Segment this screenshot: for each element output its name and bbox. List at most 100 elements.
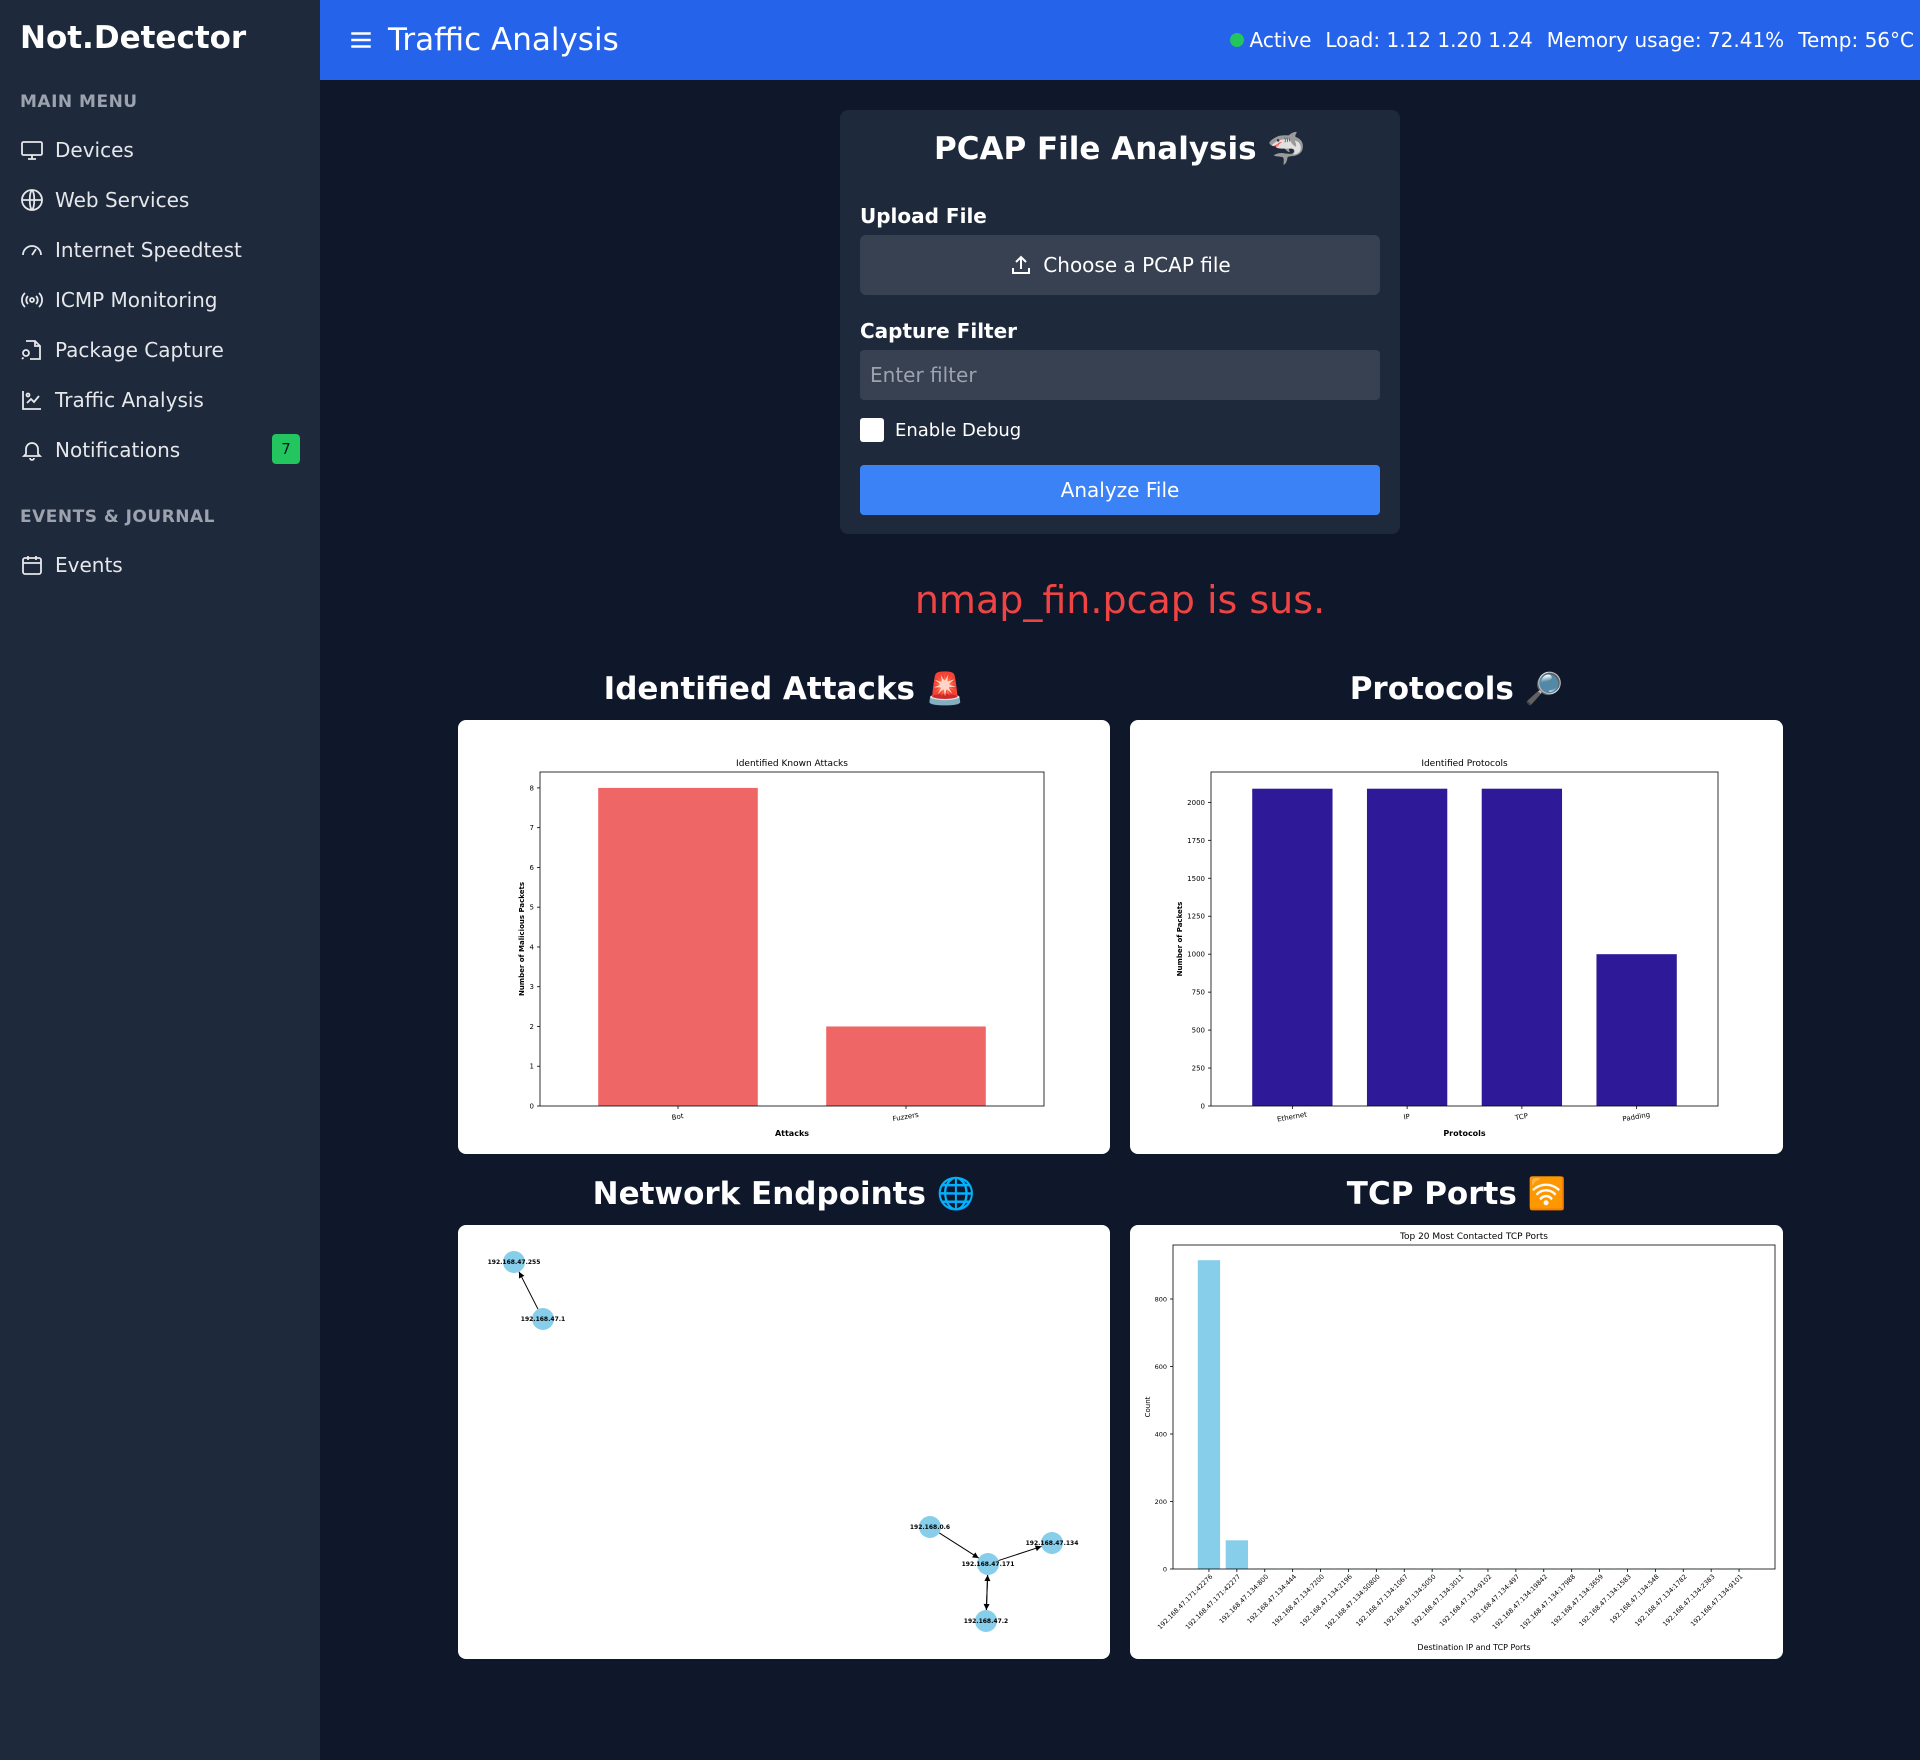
app-brand[interactable]: Not.Detector: [20, 20, 246, 56]
globe-icon: [21, 189, 43, 211]
y-axis-label: Number of Packets: [1176, 902, 1184, 977]
card-title: PCAP File Analysis 🦈: [934, 131, 1306, 167]
y-tick-label: 0: [1201, 1103, 1205, 1111]
ports-chart-panel: Top 20 Most Contacted TCP Ports 0 200 400 60…: [1130, 1225, 1783, 1659]
bar-0: [598, 787, 758, 1106]
y-tick-label: 6: [530, 864, 535, 872]
temperature: Temp: 56°C: [1798, 28, 1914, 52]
sidebar-item-web-services[interactable]: Web Services: [20, 180, 300, 220]
sidebar-item-events[interactable]: Events: [20, 545, 300, 585]
sidebar-item-label: Events: [55, 553, 123, 577]
x-tick-label: Padding: [1622, 1111, 1651, 1124]
analysis-result: nmap_fin.pcap is sus.: [914, 578, 1326, 622]
attacks-chart-panel: Identified Known Attacks 0 1 2 3 4 5 6 7 8 Bot Fuzz…: [458, 720, 1110, 1154]
x-tick-label: 192.168.47.134:497: [1469, 1573, 1522, 1626]
x-tick-label: Bot: [671, 1112, 684, 1122]
enable-debug-label: Enable Debug: [895, 419, 1022, 441]
graph-edge: [939, 1532, 979, 1559]
sidebar-item-label: Notifications: [55, 438, 181, 462]
sidebar-item-label: Traffic Analysis: [55, 388, 204, 412]
sidebar-item-traffic-analysis[interactable]: Traffic Analysis: [20, 380, 300, 420]
broadcast-icon: [21, 292, 43, 308]
x-tick-label: 192.168.47.134:444: [1246, 1573, 1299, 1626]
y-tick-label: 800: [1155, 1296, 1167, 1304]
x-tick-label: Fuzzers: [892, 1111, 920, 1123]
y-tick-label: 5: [530, 904, 534, 912]
notification-count-badge: 7: [272, 434, 300, 464]
sidebar-item-notifications[interactable]: Notifications 7: [20, 430, 300, 470]
y-axis-label: Number of Malicious Packets: [518, 882, 526, 996]
bar-1: [826, 1026, 986, 1106]
y-tick-label: 1500: [1187, 875, 1205, 883]
status-text: Active: [1249, 28, 1312, 52]
monitor-icon: [21, 141, 43, 160]
y-tick-label: 3: [530, 983, 534, 991]
top-bar: Traffic Analysis Active Load: 1.12 1.20 …: [320, 0, 1920, 80]
y-tick-label: 600: [1155, 1363, 1167, 1371]
bar-1: [1366, 788, 1448, 1106]
chart-title: Identified Protocols: [1421, 759, 1508, 769]
x-tick-label: 192.168.47.134:5050: [1382, 1573, 1437, 1628]
y-tick-label: 400: [1155, 1431, 1167, 1439]
y-tick-label: 500: [1192, 1027, 1205, 1035]
events-journal-label: EVENTS & JOURNAL: [20, 507, 215, 527]
file-search-icon: [21, 340, 41, 360]
chart-title: Top 20 Most Contacted TCP Ports: [1399, 1232, 1548, 1242]
graph-edge: [518, 1271, 539, 1310]
graph-node-label: 192.168.47.134: [1026, 1540, 1079, 1547]
x-axis-label: Attacks: [775, 1129, 809, 1138]
x-tick-label: 192.168.47.134:19842: [1491, 1573, 1549, 1631]
x-tick-label: IP: [1403, 1113, 1411, 1122]
x-tick-label: 192.168.47.134:1782: [1633, 1573, 1688, 1628]
chart-icon: [22, 391, 41, 410]
y-tick-label: 4: [530, 943, 535, 951]
y-tick-label: 1: [530, 1063, 534, 1071]
capture-filter-label: Capture Filter: [860, 319, 1018, 343]
y-tick-label: 7: [530, 824, 534, 832]
x-tick-label: 192.168.47.171:42276: [1156, 1573, 1214, 1631]
choose-file-button[interactable]: Choose a PCAP file: [860, 235, 1380, 295]
y-tick-label: 8: [530, 784, 534, 792]
bar-1: [1225, 1540, 1249, 1569]
sidebar-item-devices[interactable]: Devices: [20, 130, 300, 170]
y-tick-label: 2000: [1187, 799, 1205, 807]
sidebar-item-label: Devices: [55, 138, 134, 162]
network-endpoints-graph: 192.168.47.255 192.168.47.1 192.168.0.6 192…: [488, 1251, 1079, 1632]
upload-icon: [1012, 255, 1031, 274]
y-tick-label: 1750: [1187, 837, 1205, 845]
status-indicator: Active: [1229, 28, 1312, 52]
graph-node-label: 192.168.0.6: [910, 1524, 950, 1531]
menu-icon[interactable]: [348, 27, 374, 53]
graph-node-label: 192.168.47.255: [488, 1259, 541, 1266]
x-tick-label: 192.168.47.134:50800: [1323, 1573, 1381, 1631]
chart-title: Identified Known Attacks: [736, 759, 848, 769]
y-tick-label: 0: [1163, 1566, 1167, 1574]
attacks-bar-chart: Identified Known Attacks 0 1 2 3 4 5 6 7 8 Bot Fuzz…: [518, 759, 1045, 1138]
sidebar-item-label: Package Capture: [55, 338, 224, 362]
sidebar-item-internet-speedtest[interactable]: Internet Speedtest: [20, 230, 300, 270]
protocols-bar-chart: Identified Protocols 0 250 500 750 1000 1250 15…: [1176, 759, 1719, 1138]
analyze-file-button[interactable]: Analyze File: [860, 465, 1380, 515]
graph-edge: [998, 1545, 1042, 1562]
sidebar-item-label: Internet Speedtest: [55, 238, 242, 262]
x-tick-label: 192.168.47.134:17988: [1519, 1573, 1577, 1631]
tcp-ports-bar-chart: Top 20 Most Contacted TCP Ports 0 200 400 60…: [1144, 1232, 1776, 1652]
sidebar-item-icmp-monitoring[interactable]: ICMP Monitoring: [20, 280, 300, 320]
y-axis-label: Count: [1144, 1396, 1152, 1417]
x-tick-label: 192.168.47.134:800: [1218, 1573, 1271, 1626]
x-tick-label: 192.168.47.134:548: [1608, 1573, 1661, 1626]
y-tick-label: 1250: [1187, 913, 1205, 921]
y-tick-label: 250: [1192, 1065, 1205, 1073]
capture-filter-input[interactable]: [860, 350, 1380, 400]
bar-0: [1252, 788, 1333, 1106]
enable-debug-checkbox[interactable]: [860, 418, 884, 442]
sidebar-item-package-capture[interactable]: Package Capture: [20, 330, 300, 370]
x-tick-label: 192.168.47.171:42277: [1184, 1573, 1242, 1631]
status-dot-icon: [1229, 33, 1244, 47]
graph-node-label: 192.168.47.1: [521, 1316, 565, 1323]
x-tick-label: 192.168.47.134:2196: [1298, 1573, 1353, 1628]
x-tick-label: 192.168.47.134:2383: [1661, 1573, 1716, 1628]
x-tick-label: 192.168.47.134:3011: [1410, 1573, 1465, 1628]
bar-3: [1596, 954, 1677, 1106]
system-status: Active Load: 1.12 1.20 1.24 Memory usage…: [1229, 0, 1914, 80]
